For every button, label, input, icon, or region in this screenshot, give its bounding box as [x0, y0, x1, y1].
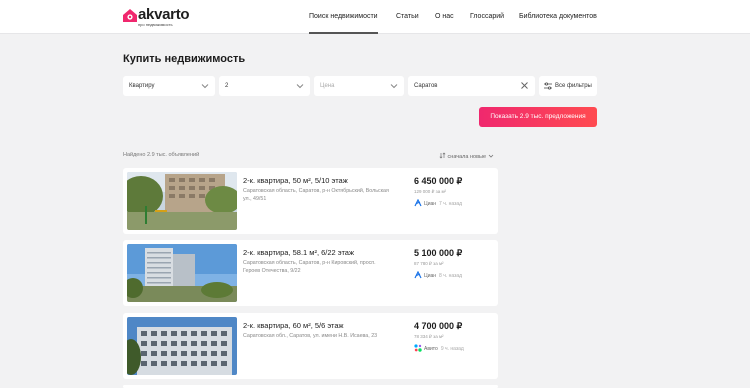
listing-card[interactable]: 2-к. квартира, 60 м², 5/6 этаж Саратовск… — [123, 313, 498, 379]
price-placeholder: Цена — [320, 83, 335, 89]
listing-source: Циан 7 ч. назад — [414, 199, 462, 207]
results-count: Найдено 2.9 тыс. объявлений — [123, 152, 200, 158]
listing-title[interactable]: 2-к. квартира, 50 м², 5/10 этаж — [243, 176, 348, 185]
all-filters-label: Все фильтры — [555, 83, 592, 89]
nav-articles[interactable]: Статьи — [396, 0, 419, 34]
nav-search[interactable]: Поиск недвижимости — [309, 0, 378, 34]
listing-price: 5 100 000 ₽ — [414, 248, 463, 258]
listing-title[interactable]: 2-к. квартира, 60 м², 5/6 этаж — [243, 321, 344, 330]
price-select[interactable]: Цена — [314, 76, 404, 96]
listing-source: Циан 8 ч. назад — [414, 271, 462, 279]
property-type-select[interactable]: Квартиру — [123, 76, 215, 96]
logo-text: akvarto — [138, 6, 190, 23]
listing-price-per-m2: 129 000 ₽ за м² — [414, 189, 447, 194]
city-input[interactable]: Саратов — [408, 76, 535, 96]
listing-address: Саратовская область, Саратов, р-н Октябр… — [243, 188, 389, 202]
clear-icon[interactable] — [520, 81, 529, 90]
source-name: Циан — [424, 273, 437, 279]
listing-source: Авито 9 ч. назад — [414, 344, 464, 352]
sort-select[interactable]: сначала новые — [439, 152, 494, 160]
sort-icon — [439, 152, 446, 159]
listing-photo[interactable] — [127, 317, 237, 375]
listing-title[interactable]: 2-к. квартира, 58.1 м², 6/22 этаж — [243, 248, 354, 257]
listing-price: 4 700 000 ₽ — [414, 321, 463, 331]
rooms-select[interactable]: 2 — [219, 76, 310, 96]
top-header: akvarto про недвижимость Поиск недвижимо… — [0, 0, 750, 34]
cian-icon — [414, 271, 422, 279]
house-logo-icon — [123, 9, 137, 22]
nav-documents[interactable]: Библиотека документов — [519, 0, 597, 34]
page-title: Купить недвижимость — [123, 53, 246, 65]
listing-time: 9 ч. назад — [440, 346, 464, 352]
source-name: Циан — [424, 201, 437, 207]
listing-price-per-m2: 87 780 ₽ за м² — [414, 261, 444, 266]
listing-time: 8 ч. назад — [439, 273, 463, 279]
listing-address: Саратовская обл., Саратов, ул. имени Н.В… — [243, 333, 378, 339]
all-filters-button[interactable]: Все фильтры — [539, 76, 597, 96]
avito-icon — [414, 344, 422, 352]
nav-glossary[interactable]: Глоссарий — [470, 0, 504, 34]
sort-label: сначала новые — [447, 154, 487, 160]
chevron-down-icon — [488, 154, 493, 158]
listing-card[interactable]: 2-к. квартира, 58.1 м², 6/22 этаж Сарато… — [123, 240, 498, 306]
listing-photo[interactable] — [127, 172, 237, 230]
show-offers-button[interactable]: Показать 2.9 тыс. предложения — [479, 107, 597, 127]
listing-price: 6 450 000 ₽ — [414, 176, 463, 186]
cian-icon — [414, 199, 422, 207]
rooms-value: 2 — [225, 83, 229, 89]
listing-card[interactable]: 2-к. квартира, 50 м², 5/10 этаж Саратовс… — [123, 168, 498, 234]
listing-photo[interactable] — [127, 244, 237, 302]
city-value: Саратов — [414, 83, 438, 89]
source-name: Авито — [424, 346, 438, 352]
chevron-down-icon — [201, 84, 209, 89]
listing-price-per-m2: 78 334 ₽ за м² — [414, 334, 444, 339]
filters-icon — [544, 82, 552, 90]
chevron-down-icon — [390, 84, 398, 89]
chevron-down-icon — [296, 84, 304, 89]
listing-address: Саратовская область, Саратов, р-н Кировс… — [243, 260, 376, 274]
property-type-value: Квартиру — [129, 83, 155, 89]
logo-tagline: про недвижимость — [138, 22, 173, 27]
nav-about[interactable]: О нас — [435, 0, 454, 34]
listing-time: 7 ч. назад — [439, 201, 463, 207]
